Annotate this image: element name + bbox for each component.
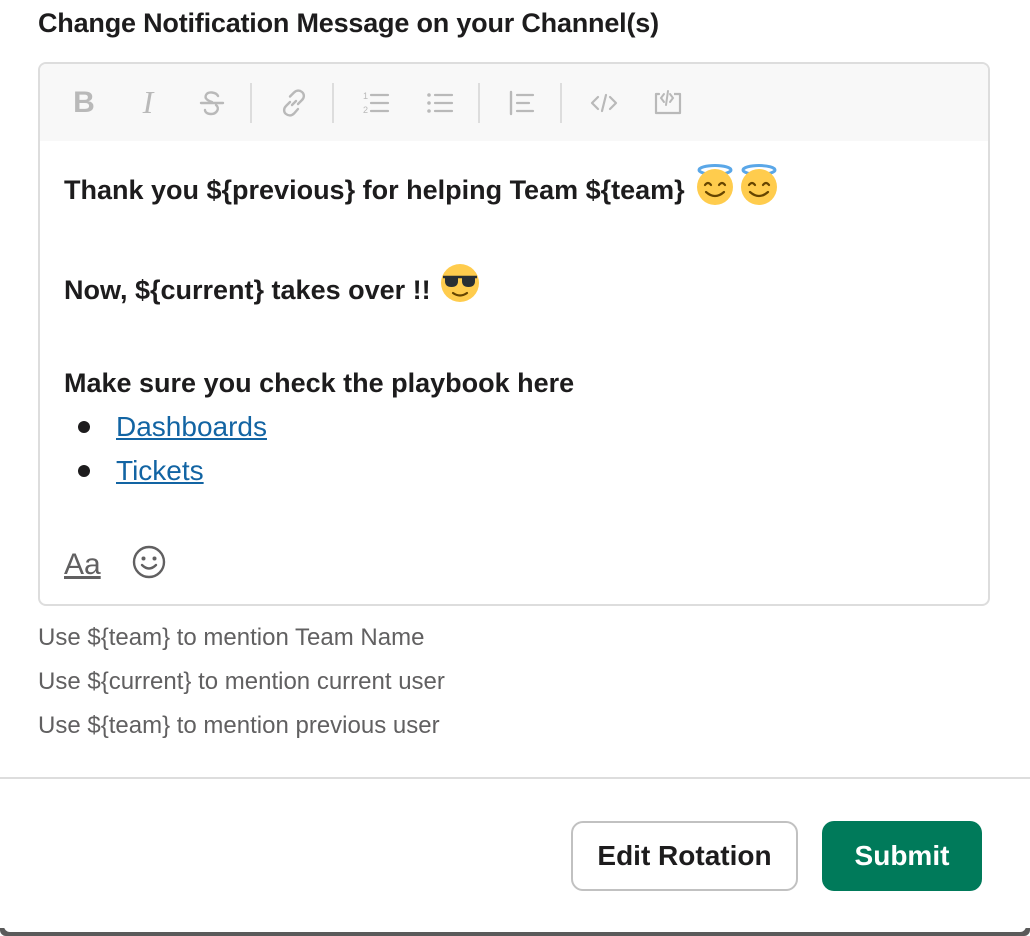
ordered-list-button[interactable]: 1 2: [356, 83, 396, 123]
list-item: Tickets: [78, 449, 964, 493]
emoji-picker-button[interactable]: [131, 544, 167, 585]
code-button[interactable]: [584, 83, 624, 123]
code-icon: [590, 93, 618, 112]
hint-text: Use ${current} to mention current user: [38, 668, 445, 695]
formatting-toolbar: B I 1 2: [40, 64, 988, 141]
message-line: Thank you ${previous} for helping Team $…: [64, 161, 964, 218]
bold-button[interactable]: B: [64, 83, 104, 123]
link-icon: [282, 88, 306, 117]
bold-icon: B: [73, 85, 95, 119]
toolbar-divider: [250, 82, 252, 123]
toolbar-divider: [332, 82, 334, 123]
edit-rotation-button[interactable]: Edit Rotation: [571, 821, 798, 891]
modal-bottom-fill: [4, 926, 1026, 932]
tickets-link[interactable]: Tickets: [116, 449, 204, 493]
svg-text:1: 1: [363, 91, 368, 101]
strikethrough-button[interactable]: [192, 83, 232, 123]
bullet-icon: [78, 421, 90, 433]
code-block-icon: [654, 89, 682, 114]
message-line-text: Make sure you check the playbook here: [64, 368, 575, 398]
strikethrough-icon: [199, 90, 225, 115]
blockquote-icon: [509, 90, 535, 115]
message-line-text: Thank you ${previous} for helping Team $…: [64, 174, 685, 205]
code-block-button[interactable]: [648, 83, 688, 123]
dashboards-link[interactable]: Dashboards: [116, 405, 267, 449]
composer-tools: Aa: [64, 544, 167, 585]
sunglasses-emoji-icon: [439, 262, 481, 317]
notification-settings-panel: Change Notification Message on your Chan…: [0, 0, 1030, 936]
text-format-button[interactable]: Aa: [64, 548, 101, 582]
toolbar-divider: [478, 82, 480, 123]
bulleted-list-button[interactable]: [420, 83, 460, 123]
bulleted-list-icon: [427, 92, 454, 113]
smiley-icon: [132, 545, 165, 579]
footer-divider: [0, 777, 1030, 779]
italic-icon: I: [142, 84, 154, 120]
submit-button[interactable]: Submit: [822, 821, 982, 891]
playbook-links: Dashboards Tickets: [64, 405, 964, 493]
message-body[interactable]: Thank you ${previous} for helping Team $…: [40, 141, 988, 493]
blockquote-button[interactable]: [502, 83, 542, 123]
section-title: Change Notification Message on your Chan…: [38, 8, 659, 38]
message-line: Make sure you check the playbook here: [64, 361, 964, 405]
toolbar-divider: [560, 82, 562, 123]
link-button[interactable]: [274, 83, 314, 123]
hint-text: Use ${team} to mention previous user: [38, 712, 440, 739]
message-line: Now, ${current} takes over !!: [64, 262, 964, 317]
list-item: Dashboards: [78, 405, 964, 449]
italic-button[interactable]: I: [128, 83, 168, 123]
innocent-emoji-icon: [693, 161, 783, 218]
message-line-text: Now, ${current} takes over !!: [64, 274, 431, 305]
ordered-list-icon: 1 2: [363, 91, 390, 115]
message-editor[interactable]: B I 1 2 Thank you ${previous} for helpin…: [38, 62, 990, 606]
bullet-icon: [78, 465, 90, 477]
svg-text:2: 2: [363, 105, 368, 115]
hint-text: Use ${team} to mention Team Name: [38, 624, 425, 651]
